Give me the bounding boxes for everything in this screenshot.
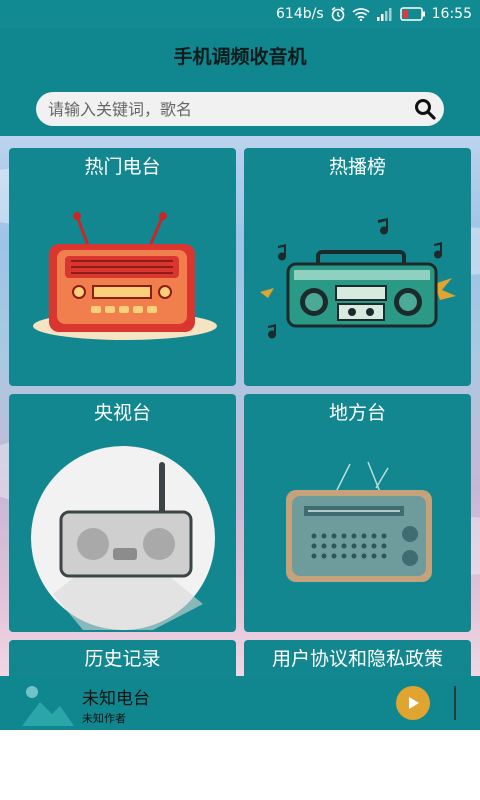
battery-icon xyxy=(399,7,426,21)
card-history[interactable]: 历史记录 xyxy=(9,640,236,676)
play-icon xyxy=(409,697,419,709)
card-privacy-policy[interactable]: 用户协议和隐私政策 xyxy=(244,640,471,676)
player-author: 未知作者 xyxy=(82,712,126,725)
card-hot-stations[interactable]: 热门电台 xyxy=(9,148,236,386)
clock: 16:55 xyxy=(431,6,472,22)
play-button[interactable] xyxy=(396,686,430,720)
divider xyxy=(454,686,456,720)
card-cctv[interactable]: 央视台 xyxy=(9,394,236,632)
image-placeholder-icon xyxy=(22,686,74,726)
card-local[interactable]: 地方台 xyxy=(244,394,471,632)
wifi-icon xyxy=(352,7,370,21)
search-icon[interactable] xyxy=(412,96,438,122)
mini-player[interactable]: 未知电台 未知作者 xyxy=(0,676,480,730)
portable-radio-icon xyxy=(31,446,215,630)
signal-icon xyxy=(376,7,394,21)
boombox-icon xyxy=(260,218,456,339)
card-label: 热门电台 xyxy=(84,156,161,178)
card-label: 历史记录 xyxy=(84,648,161,670)
status-bar: 614b/s 16:55 xyxy=(0,0,480,28)
search-input[interactable] xyxy=(48,99,388,119)
card-label: 用户协议和隐私政策 xyxy=(271,648,443,670)
alarm-icon xyxy=(330,6,346,22)
net-speed: 614b/s xyxy=(276,6,324,22)
card-hot-chart[interactable]: 热播榜 xyxy=(244,148,471,386)
bottom-blank-area xyxy=(0,730,480,800)
card-label: 地方台 xyxy=(328,402,386,424)
vintage-radio-icon xyxy=(33,212,217,340)
player-title: 未知电台 xyxy=(82,689,150,709)
card-label: 热播榜 xyxy=(328,156,386,178)
retro-radio-icon xyxy=(286,461,432,582)
search-bar xyxy=(36,92,444,126)
card-label: 央视台 xyxy=(93,402,151,424)
page-title: 手机调频收音机 xyxy=(173,46,307,68)
